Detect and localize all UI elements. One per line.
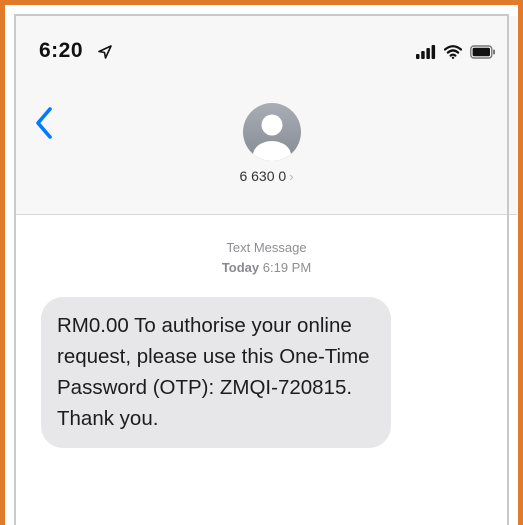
screenshot-frame: 6:20 6 630 0 › Text Message Today 6:19 P… [0, 0, 523, 525]
battery-icon [470, 45, 495, 59]
message-metadata: Text Message Today 6:19 PM [5, 238, 518, 278]
status-bar-icons [416, 45, 496, 59]
contact-avatar-person-icon[interactable] [243, 103, 301, 161]
incoming-message-bubble[interactable]: RM0.00 To authorise your online request,… [41, 297, 391, 448]
status-bar-time: 6:20 [39, 39, 84, 62]
timestamp-day: Today [221, 260, 260, 275]
contact-number: 6 630 0 [239, 168, 287, 184]
back-chevron-icon[interactable] [33, 105, 55, 141]
message-timestamp: Today 6:19 PM [5, 258, 518, 278]
timestamp-time: 6:19 PM [262, 260, 312, 275]
location-arrow-icon [98, 45, 112, 59]
contact-name[interactable]: 6 630 0 › [5, 168, 518, 184]
message-type-label: Text Message [226, 240, 307, 255]
signal-bars-icon [416, 45, 436, 59]
contact-chevron-icon: › [289, 169, 294, 184]
wifi-icon [444, 45, 462, 59]
